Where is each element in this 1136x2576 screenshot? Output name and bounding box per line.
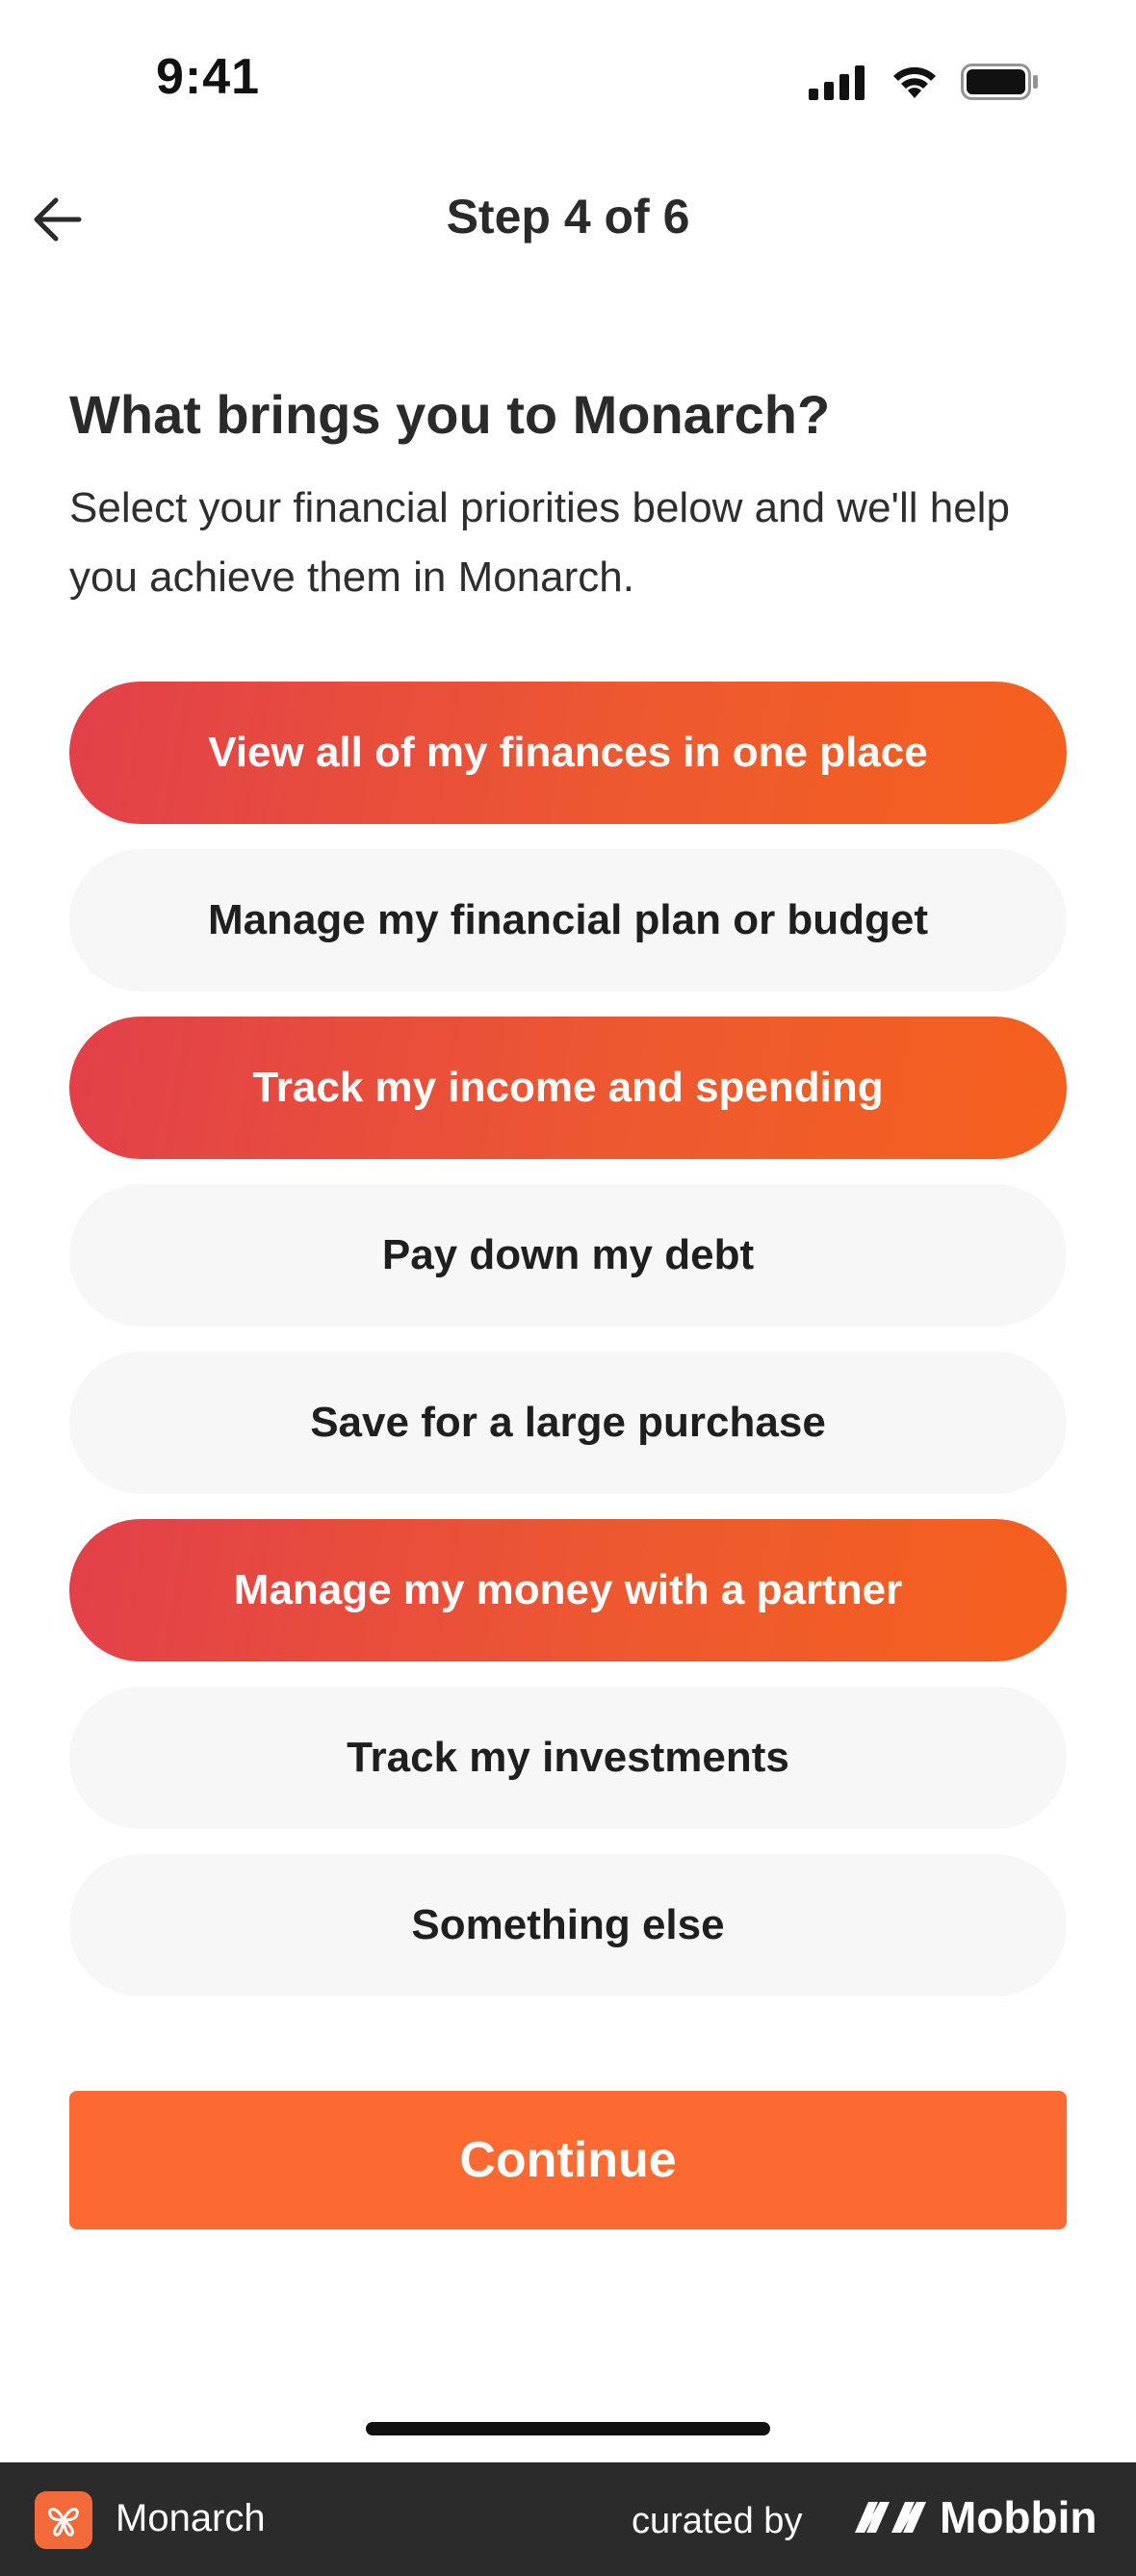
footer-curated-by: curated by	[632, 2501, 803, 2541]
option-label: Manage my money with a partner	[233, 1566, 903, 1613]
option-track-income-spending[interactable]: Track my income and spending	[69, 1017, 1067, 1159]
option-label: Track my income and spending	[252, 1064, 884, 1111]
status-time: 9:41	[156, 49, 261, 105]
priority-options: View all of my finances in one place Man…	[69, 682, 1067, 2022]
page-title: What brings you to Monarch?	[69, 384, 831, 445]
wifi-icon	[893, 66, 936, 98]
option-label: Track my investments	[347, 1734, 789, 1781]
footer-bar: Monarch curated by Mobbin	[0, 2462, 1136, 2576]
footer-brand-name: Mobbin	[940, 2492, 1097, 2542]
option-save-large-purchase[interactable]: Save for a large purchase	[69, 1352, 1067, 1494]
option-label: Pay down my debt	[381, 1231, 755, 1278]
footer-brand: Mobbin	[853, 2491, 1097, 2543]
option-label: Save for a large purchase	[310, 1399, 826, 1446]
option-money-with-partner[interactable]: Manage my money with a partner	[69, 1519, 1067, 1662]
option-track-investments[interactable]: Track my investments	[69, 1687, 1067, 1829]
option-something-else[interactable]: Something else	[69, 1854, 1067, 1996]
home-indicator	[366, 2422, 770, 2435]
continue-button[interactable]: Continue	[69, 2091, 1067, 2229]
status-icons	[809, 64, 1040, 100]
option-pay-down-debt[interactable]: Pay down my debt	[69, 1184, 1067, 1327]
footer-app-name: Monarch	[116, 2497, 266, 2539]
step-indicator: Step 4 of 6	[446, 190, 690, 244]
option-label: View all of my finances in one place	[208, 729, 928, 776]
monarch-logo-icon	[35, 2491, 92, 2549]
cellular-signal-icon	[809, 65, 865, 100]
header: Step 4 of 6	[0, 173, 1136, 270]
option-manage-plan-budget[interactable]: Manage my financial plan or budget	[69, 849, 1067, 992]
onboarding-screen: 9:41 Step 4 of 6 What brings you to Mona…	[0, 0, 1136, 2576]
option-view-all-finances[interactable]: View all of my finances in one place	[69, 682, 1067, 824]
battery-icon	[961, 64, 1038, 100]
status-bar: 9:41	[0, 0, 1136, 164]
page-subtitle: Select your financial priorities below a…	[69, 484, 1010, 601]
mobbin-logo-icon	[855, 2502, 926, 2533]
option-label: Something else	[411, 1901, 725, 1948]
option-label: Manage my financial plan or budget	[207, 896, 929, 943]
